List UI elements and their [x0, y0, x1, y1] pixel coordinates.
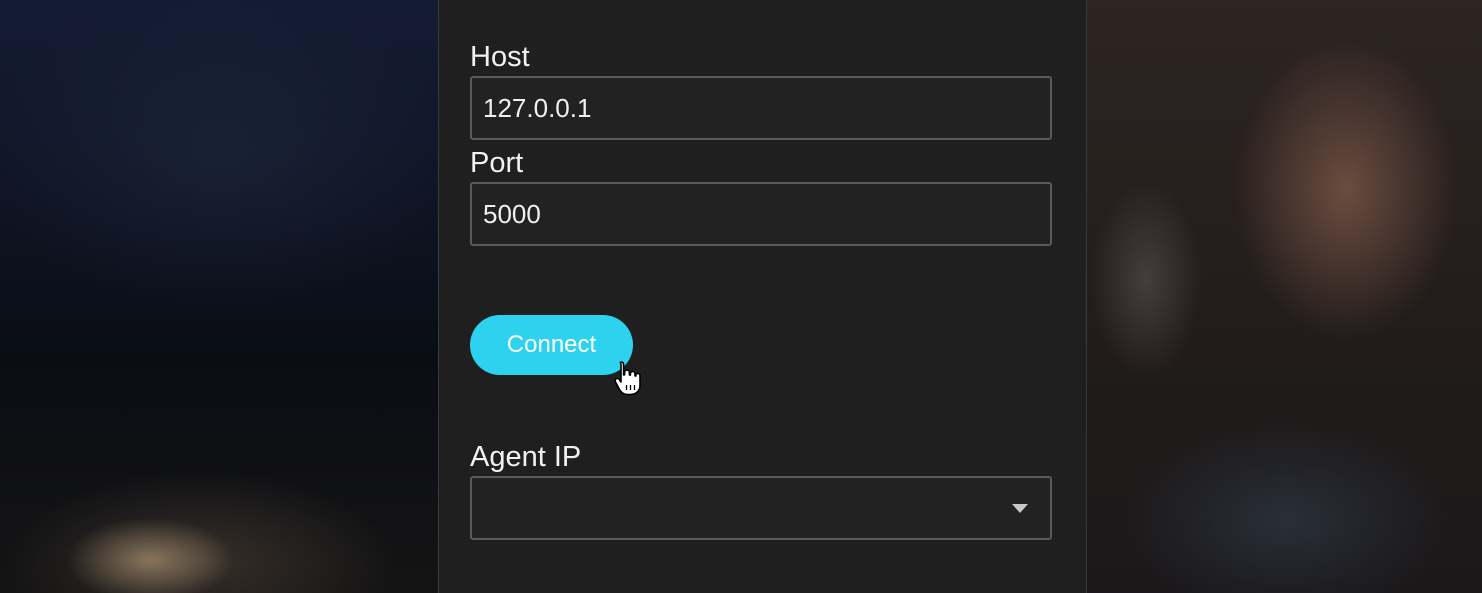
host-input[interactable] [472, 78, 1050, 138]
port-label: Port [470, 147, 524, 179]
port-field[interactable] [470, 182, 1052, 246]
port-input[interactable] [472, 184, 1050, 244]
hand-pointer-icon [614, 361, 641, 396]
background-video-right [1086, 0, 1482, 593]
host-field[interactable] [470, 76, 1052, 140]
agent-ip-select[interactable] [470, 476, 1052, 540]
caret-down-icon[interactable] [1012, 504, 1028, 513]
host-label: Host [470, 41, 530, 73]
connection-panel: Host Port Connect Agent IP [438, 0, 1087, 593]
agent-ip-label: Agent IP [470, 441, 582, 473]
connect-button[interactable]: Connect [470, 315, 633, 375]
screen: Host Port Connect Agent IP [0, 0, 1482, 593]
background-video-left [0, 0, 438, 593]
